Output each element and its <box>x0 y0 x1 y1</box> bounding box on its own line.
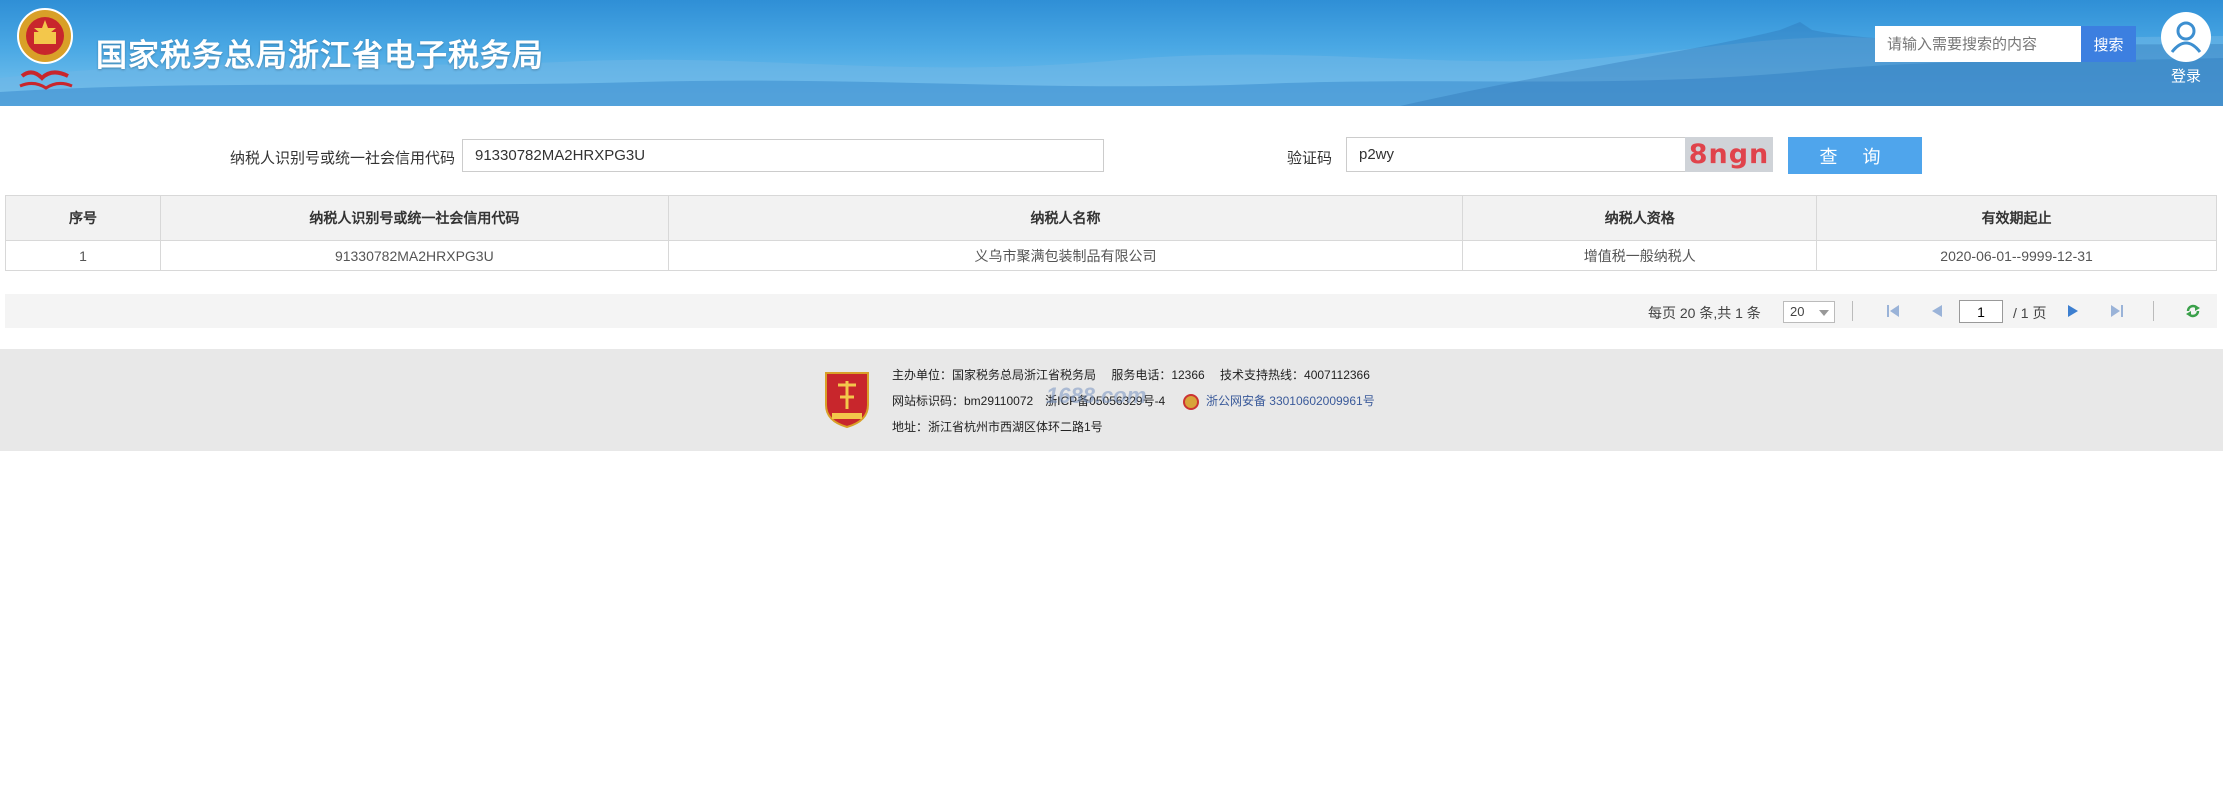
pagination-info: 每页 20 条,共 1 条 <box>1648 305 1761 321</box>
next-page-icon[interactable] <box>2065 304 2081 318</box>
column-header: 序号 <box>5 195 161 241</box>
cell-tax-id: 91330782MA2HRXPG3U <box>159 240 669 271</box>
page-number-input[interactable] <box>1959 300 2003 323</box>
police-record-link[interactable]: 浙公网安备 33010602009961号 <box>1206 394 1375 408</box>
separator <box>1852 301 1853 321</box>
login-label[interactable]: 登录 <box>2160 65 2212 86</box>
cell-taxpayer-name: 义乌市聚满包装制品有限公司 <box>667 240 1464 271</box>
watermark: 1688.com <box>1046 383 1147 408</box>
last-page-icon[interactable] <box>2109 304 2125 318</box>
footer-sponsor-info: 主办单位：国家税务总局浙江省税务局 服务电话：12366 技术支持热线：4007… <box>892 368 1370 382</box>
previous-page-icon[interactable] <box>1929 304 1945 318</box>
table-header-row: 序号 纳税人识别号或统一社会信用代码 纳税人名称 纳税人资格 有效期起止 <box>5 195 2217 241</box>
search-button[interactable]: 搜索 <box>2081 26 2136 62</box>
column-header: 纳税人名称 <box>667 195 1464 241</box>
captcha-image[interactable]: 8ngn <box>1685 137 1773 172</box>
separator <box>2153 301 2154 321</box>
national-emblem-icon <box>17 8 73 90</box>
table-row: 1 91330782MA2HRXPG3U 义乌市聚满包装制品有限公司 增值税一般… <box>5 240 2217 271</box>
footer-address: 地址：浙江省杭州市西湖区体环二路1号 <box>892 420 1103 434</box>
site-title: 国家税务总局浙江省电子税务局 <box>96 38 544 74</box>
captcha-input[interactable] <box>1346 137 1686 172</box>
column-header: 纳税人资格 <box>1462 195 1818 241</box>
results-table: 序号 纳税人识别号或统一社会信用代码 纳税人名称 纳税人资格 有效期起止 1 9… <box>5 195 2217 271</box>
cell-qualification: 增值税一般纳税人 <box>1462 240 1818 271</box>
cell-validity: 2020-06-01--9999-12-31 <box>1816 240 2217 271</box>
tax-id-label: 纳税人识别号或统一社会信用代码 <box>230 150 456 167</box>
login-link[interactable]: 登录 <box>2160 12 2212 86</box>
search-input[interactable] <box>1875 26 2081 62</box>
police-badge-icon <box>1182 393 1199 410</box>
chevron-down-icon[interactable] <box>1819 310 1829 316</box>
cell-index: 1 <box>5 240 161 271</box>
page-size-select[interactable]: 20 <box>1783 301 1835 323</box>
column-header: 有效期起止 <box>1816 195 2217 241</box>
tax-id-input[interactable] <box>462 139 1104 172</box>
first-page-icon[interactable] <box>1885 304 1901 318</box>
party-government-badge-icon[interactable] <box>822 369 872 429</box>
refresh-icon[interactable] <box>2185 304 2201 318</box>
site-header: 国家税务总局浙江省电子税务局 搜索 登录 <box>0 0 2223 106</box>
pagination-bar: 每页 20 条,共 1 条 20 / 1 页 <box>5 294 2217 328</box>
query-button[interactable]: 查 询 <box>1788 137 1922 174</box>
column-header: 纳税人识别号或统一社会信用代码 <box>159 195 669 241</box>
captcha-label: 验证码 <box>1287 150 1333 167</box>
page-size-value[interactable]: 20 <box>1790 304 1804 319</box>
site-footer: 主办单位：国家税务总局浙江省税务局 服务电话：12366 技术支持热线：4007… <box>0 349 2223 451</box>
total-pages: / 1 页 <box>2013 305 2047 321</box>
user-icon[interactable] <box>2161 12 2211 62</box>
